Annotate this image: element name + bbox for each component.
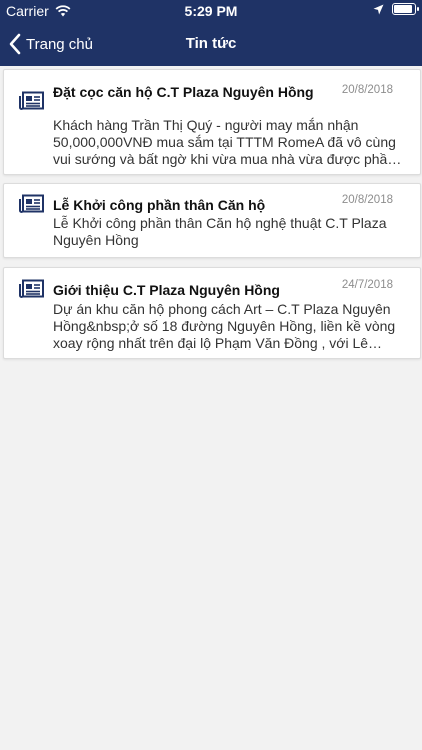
news-summary: Khách hàng Trần Thị Quý - người may mắn … xyxy=(53,117,396,167)
status-right xyxy=(373,3,419,15)
app-header: Carrier 5:29 PM Trang chủ Tin tức xyxy=(0,0,422,66)
newspaper-icon xyxy=(19,91,44,110)
news-title: Đặt cọc căn hộ C.T Plaza Nguyên Hồng xyxy=(53,84,314,100)
page-title: Tin tức xyxy=(185,35,237,52)
news-date: 20/8/2018 xyxy=(341,84,393,96)
news-date: 20/8/2018 xyxy=(341,194,393,206)
newspaper-icon xyxy=(19,194,44,213)
news-item[interactable]: Giới thiệu C.T Plaza Nguyên Hồng 24/7/20… xyxy=(3,267,421,359)
news-title: Giới thiệu C.T Plaza Nguyên Hồng xyxy=(53,282,280,298)
status-time: 5:29 PM xyxy=(184,3,238,19)
news-summary: Lễ Khởi công phần thân Căn hộ nghệ thuật… xyxy=(53,215,387,248)
location-arrow-icon xyxy=(373,4,384,14)
news-item[interactable]: Lễ Khởi công phần thân Căn hộ 20/8/2018 … xyxy=(3,183,421,258)
news-title: Lễ Khởi công phần thân Căn hộ xyxy=(53,197,266,213)
news-summary: Dự án khu căn hộ phong cách Art – C.T Pl… xyxy=(53,301,396,351)
news-item[interactable]: Đặt cọc căn hộ C.T Plaza Nguyên Hồng 20/… xyxy=(3,69,421,175)
battery-icon xyxy=(392,3,419,15)
newspaper-icon xyxy=(19,279,44,298)
nav-bar: Trang chủ Tin tức xyxy=(0,22,422,66)
news-date: 24/7/2018 xyxy=(341,279,393,291)
status-bar: Carrier 5:29 PM xyxy=(0,0,422,22)
